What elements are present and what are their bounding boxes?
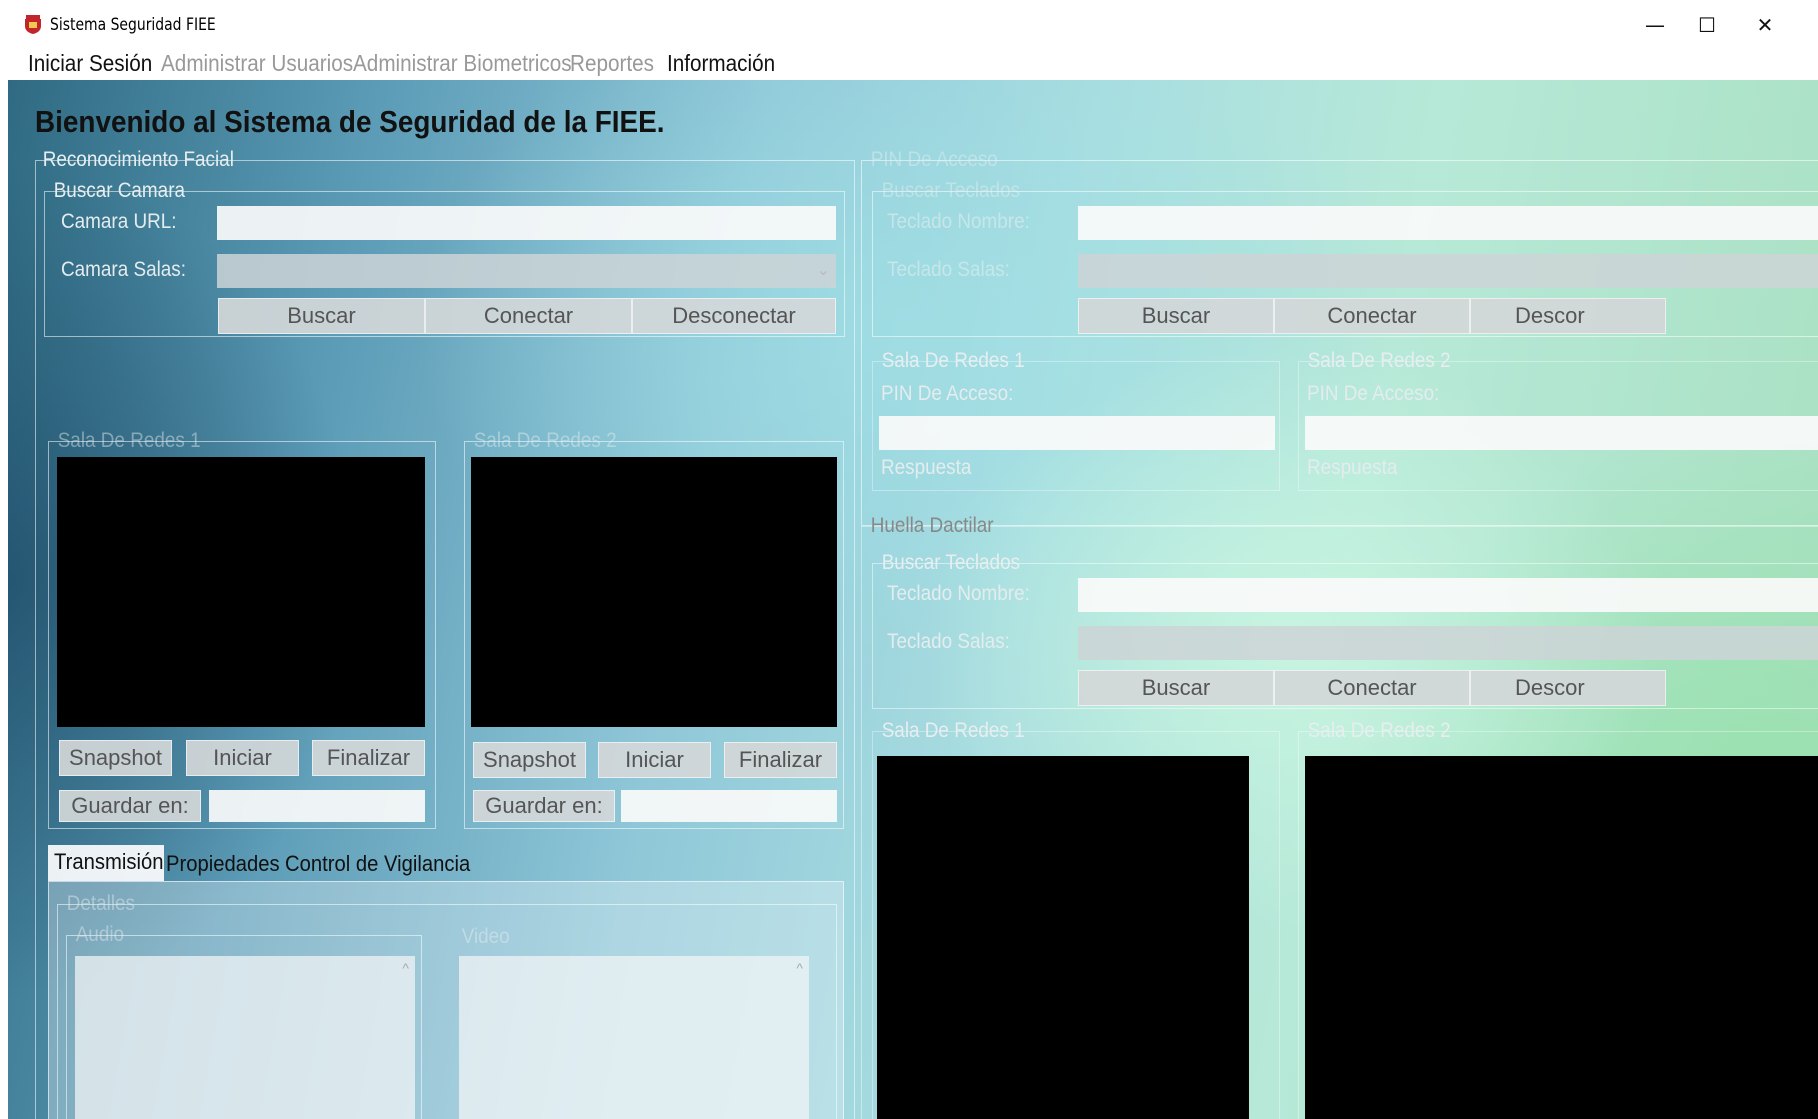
menu-iniciar-sesion[interactable]: Iniciar Sesión	[28, 50, 152, 77]
detalles-title: Detalles	[66, 892, 135, 915]
pin-desconectar-button[interactable]: Descor	[1470, 298, 1666, 334]
sala1-finalizar-button[interactable]: Finalizar	[312, 740, 425, 776]
tab-panel: Detalles Audio ^ Video ^	[48, 881, 844, 1119]
app-window: Sistema Seguridad FIEE — ☐ ✕ Iniciar Ses…	[8, 4, 1818, 1119]
camara-url-input[interactable]	[217, 206, 836, 240]
camara-salas-select[interactable]: ⌄	[217, 254, 836, 288]
buscar-camara-group: Buscar Camara Camara URL: Camara Salas: …	[44, 179, 845, 337]
huella-sala1-feed	[877, 756, 1249, 1119]
pin-sala2-input[interactable]	[1305, 416, 1818, 450]
tab-propiedades[interactable]: Propiedades	[166, 847, 280, 881]
huella-teclado-salas-label: Teclado Salas:	[887, 630, 1010, 653]
facial-tabs: Transmisión Propiedades Control de Vigil…	[48, 845, 848, 1119]
huella-buscar-teclados-title: Buscar Teclados	[881, 551, 1021, 574]
buscar-camara-button[interactable]: Buscar	[218, 298, 425, 334]
sala1-guardar-button[interactable]: Guardar en:	[59, 790, 201, 822]
pin-teclado-nombre-label: Teclado Nombre:	[887, 210, 1030, 233]
sala2-video-feed	[471, 457, 837, 727]
menu-reportes[interactable]: Reportes	[570, 50, 654, 77]
pin-conectar-button[interactable]: Conectar	[1274, 298, 1470, 334]
scroll-up-icon[interactable]: ^	[796, 960, 803, 976]
video-textarea[interactable]: ^	[459, 956, 809, 1119]
pin-acceso-group: PIN De Acceso Buscar Teclados Teclado No…	[861, 148, 1818, 526]
pin-sala2-pin-label: PIN De Acceso:	[1307, 382, 1440, 405]
tab-transmision[interactable]: Transmisión	[54, 845, 163, 879]
huella-sala2-title: Sala De Redes 2	[1307, 719, 1451, 742]
sala2-guardar-button[interactable]: Guardar en:	[473, 790, 615, 822]
tab-control-vigilancia[interactable]: Control de Vigilancia	[285, 847, 470, 881]
pin-teclado-nombre-input[interactable]	[1078, 206, 1818, 240]
app-shield-icon	[25, 15, 41, 34]
sala2-snapshot-button[interactable]: Snapshot	[473, 742, 586, 778]
facial-sala1-group: Sala De Redes 1 Snapshot Iniciar Finaliz…	[48, 429, 436, 829]
huella-teclado-salas-select[interactable]	[1078, 626, 1818, 660]
welcome-heading: Bienvenido al Sistema de Seguridad de la…	[35, 104, 665, 139]
huella-sala1-group: Sala De Redes 1	[872, 719, 1280, 1119]
pin-sala1-title: Sala De Redes 1	[881, 349, 1025, 372]
pin-sala2-group: Sala De Redes 2 PIN De Acceso: Respuesta	[1298, 349, 1818, 491]
huella-sala2-feed	[1305, 756, 1818, 1119]
huella-teclado-nombre-label: Teclado Nombre:	[887, 582, 1030, 605]
sala1-guardar-input[interactable]	[209, 790, 425, 822]
huella-desconectar-button[interactable]: Descor	[1470, 670, 1666, 706]
huella-teclado-nombre-input[interactable]	[1078, 578, 1818, 612]
close-button[interactable]: ✕	[1740, 8, 1790, 42]
pin-sala1-pin-label: PIN De Acceso:	[881, 382, 1014, 405]
conectar-camara-button[interactable]: Conectar	[425, 298, 632, 334]
maximize-button[interactable]: ☐	[1682, 8, 1732, 42]
detalles-group: Detalles Audio ^ Video ^	[57, 892, 837, 1119]
facial-sala1-title: Sala De Redes 1	[57, 429, 201, 452]
huella-sala1-title: Sala De Redes 1	[881, 719, 1025, 742]
video-label: Video	[461, 925, 510, 948]
pin-teclado-salas-label: Teclado Salas:	[887, 258, 1010, 281]
facial-sala2-title: Sala De Redes 2	[473, 429, 617, 452]
audio-group: Audio ^	[66, 923, 422, 1119]
sala1-iniciar-button[interactable]: Iniciar	[186, 740, 299, 776]
pin-sala2-respuesta: Respuesta	[1307, 456, 1398, 479]
huella-buscar-teclados-group: Buscar Teclados Teclado Nombre: Teclado …	[872, 551, 1818, 709]
sala2-finalizar-button[interactable]: Finalizar	[724, 742, 837, 778]
pin-buscar-teclados-title: Buscar Teclados	[881, 179, 1021, 202]
huella-sala2-group: Sala De Redes 2	[1298, 719, 1818, 1119]
pin-sala2-title: Sala De Redes 2	[1307, 349, 1451, 372]
pin-sala1-input[interactable]	[879, 416, 1275, 450]
facial-sala2-group: Sala De Redes 2 Snapshot Iniciar Finaliz…	[464, 429, 844, 829]
audio-textarea[interactable]: ^	[75, 956, 415, 1119]
title-bar: Sistema Seguridad FIEE — ☐ ✕	[8, 4, 1818, 44]
sala1-video-feed	[57, 457, 425, 727]
main-content: Bienvenido al Sistema de Seguridad de la…	[8, 80, 1818, 1119]
menu-bar: Iniciar Sesión Administrar Usuarios Admi…	[8, 44, 1818, 80]
pin-sala1-group: Sala De Redes 1 PIN De Acceso: Respuesta	[872, 349, 1280, 491]
huella-dactilar-group: Huella Dactilar Buscar Teclados Teclado …	[861, 514, 1818, 1119]
facial-recognition-group: Reconocimiento Facial Buscar Camara Cama…	[35, 148, 855, 1119]
menu-administrar-usuarios[interactable]: Administrar Usuarios	[161, 50, 353, 77]
sala1-snapshot-button[interactable]: Snapshot	[59, 740, 172, 776]
sala2-guardar-input[interactable]	[621, 790, 837, 822]
menu-administrar-biometricos[interactable]: Administrar Biometricos	[353, 50, 572, 77]
sala2-iniciar-button[interactable]: Iniciar	[598, 742, 711, 778]
menu-informacion[interactable]: Información	[667, 50, 775, 77]
audio-label: Audio	[75, 923, 125, 946]
window-title: Sistema Seguridad FIEE	[50, 15, 216, 35]
pin-sala1-respuesta: Respuesta	[881, 456, 972, 479]
pin-buscar-teclados-group: Buscar Teclados Teclado Nombre: Teclado …	[872, 179, 1818, 337]
video-group: Video ^	[458, 925, 824, 1119]
pin-buscar-button[interactable]: Buscar	[1078, 298, 1274, 334]
facial-recognition-title: Reconocimiento Facial	[42, 148, 234, 171]
chevron-down-icon: ⌄	[816, 262, 830, 279]
huella-conectar-button[interactable]: Conectar	[1274, 670, 1470, 706]
camara-salas-label: Camara Salas:	[61, 258, 187, 281]
pin-acceso-title: PIN De Acceso	[870, 148, 998, 171]
camara-url-label: Camara URL:	[61, 210, 177, 233]
scroll-up-icon[interactable]: ^	[402, 960, 409, 976]
huella-buscar-button[interactable]: Buscar	[1078, 670, 1274, 706]
minimize-button[interactable]: —	[1630, 8, 1680, 42]
buscar-camara-title: Buscar Camara	[53, 179, 186, 202]
pin-teclado-salas-select[interactable]	[1078, 254, 1818, 288]
huella-dactilar-title: Huella Dactilar	[870, 514, 994, 537]
desconectar-camara-button[interactable]: Desconectar	[632, 298, 836, 334]
